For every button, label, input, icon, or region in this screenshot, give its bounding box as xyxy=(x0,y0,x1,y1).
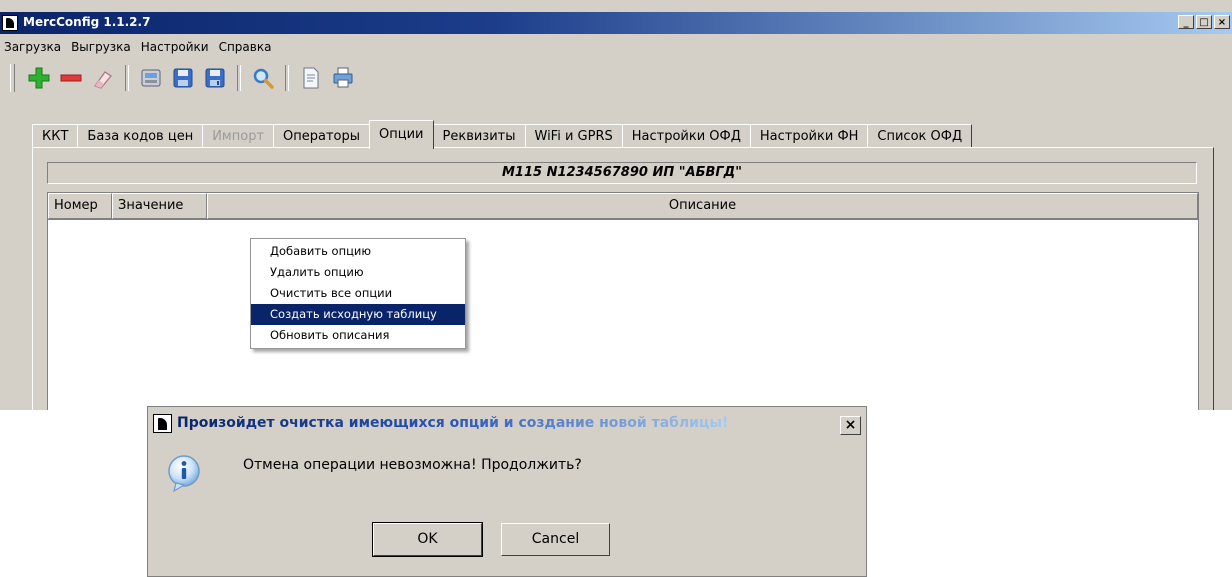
toolbar-separator xyxy=(237,65,241,91)
app-icon xyxy=(153,414,172,433)
add-icon xyxy=(28,67,50,89)
menu-settings[interactable]: Настройки xyxy=(136,38,214,56)
save-as-button[interactable] xyxy=(201,64,229,92)
column-header-value[interactable]: Значение xyxy=(112,193,207,219)
column-header-number[interactable]: Номер xyxy=(48,193,112,219)
tab-fn-settings[interactable]: Настройки ФН xyxy=(749,124,869,149)
tab-kkt[interactable]: ККТ xyxy=(32,124,79,149)
menu-load[interactable]: Загрузка xyxy=(0,38,66,56)
column-header-description[interactable]: Описание xyxy=(207,193,1198,219)
save-icon xyxy=(173,68,193,88)
remove-icon xyxy=(60,74,82,82)
context-item-create-table[interactable]: Создать исходную таблицу xyxy=(251,304,465,325)
options-panel: M115 N1234567890 ИП "АБВГД" Номер Значен… xyxy=(32,147,1214,410)
main-window: MercConfig 1.1.2.7 _ □ × Загрузка Выгруз… xyxy=(0,0,1232,410)
tab-options[interactable]: Опции xyxy=(369,120,434,149)
print-button[interactable] xyxy=(329,64,357,92)
device-icon xyxy=(141,69,161,87)
tab-control: ККТ База кодов цен Импорт Операторы Опци… xyxy=(32,120,1214,410)
context-item-refresh-descriptions[interactable]: Обновить описания xyxy=(251,325,465,346)
table-header: Номер Значение Описание xyxy=(48,193,1198,220)
window-controls: _ □ × xyxy=(1176,15,1230,29)
confirm-dialog: Произойдет очистка имеющихся опций и соз… xyxy=(147,406,867,577)
context-item-add-option[interactable]: Добавить опцию xyxy=(251,241,465,262)
tab-price-codes[interactable]: База кодов цен xyxy=(77,124,204,149)
minimize-button[interactable]: _ xyxy=(1178,15,1194,29)
tab-ofd-list[interactable]: Список ОФД xyxy=(867,124,973,149)
tab-wifi-gprs[interactable]: WiFi и GPRS xyxy=(524,124,623,149)
context-menu: Добавить опцию Удалить опцию Очистить вс… xyxy=(250,238,466,349)
toolbar-grip[interactable] xyxy=(10,64,15,92)
save-button[interactable] xyxy=(169,64,197,92)
tab-ofd-settings[interactable]: Настройки ОФД xyxy=(621,124,751,149)
device-info-label: M115 N1234567890 ИП "АБВГД" xyxy=(47,162,1197,184)
context-item-delete-option[interactable]: Удалить опцию xyxy=(251,262,465,283)
tab-operators[interactable]: Операторы xyxy=(273,124,371,149)
tab-strip: ККТ База кодов цен Импорт Операторы Опци… xyxy=(32,120,973,149)
search-icon xyxy=(253,68,274,89)
dialog-title: Произойдет очистка имеющихся опций и соз… xyxy=(177,415,729,431)
toolbar-separator xyxy=(285,65,289,91)
dialog-message: Отмена операции невозможна! Продолжить? xyxy=(243,457,582,473)
device-button[interactable] xyxy=(137,64,165,92)
info-icon xyxy=(168,455,200,493)
dialog-title-bar[interactable]: Произойдет очистка имеющихся опций и соз… xyxy=(148,407,866,441)
options-table[interactable]: Номер Значение Описание xyxy=(47,192,1199,410)
dialog-close-button[interactable]: × xyxy=(840,416,861,435)
toolbar xyxy=(10,60,359,96)
eraser-icon xyxy=(94,71,112,89)
erase-button[interactable] xyxy=(89,64,117,92)
menu-unload[interactable]: Выгрузка xyxy=(66,38,136,56)
tab-import: Импорт xyxy=(202,124,275,149)
ok-button[interactable]: OK xyxy=(372,522,483,557)
tab-requisites[interactable]: Реквизиты xyxy=(432,124,526,149)
print-icon xyxy=(333,67,353,88)
search-button[interactable] xyxy=(249,64,277,92)
toolbar-separator xyxy=(125,65,129,91)
app-icon[interactable] xyxy=(2,15,18,31)
context-item-clear-options[interactable]: Очистить все опции xyxy=(251,283,465,304)
cancel-button[interactable]: Cancel xyxy=(501,523,610,556)
title-bar[interactable]: MercConfig 1.1.2.7 _ □ × xyxy=(0,12,1232,34)
remove-button[interactable] xyxy=(57,64,85,92)
menu-bar: Загрузка Выгрузка Настройки Справка xyxy=(0,38,276,56)
close-button[interactable]: × xyxy=(1214,15,1230,29)
maximize-button[interactable]: □ xyxy=(1196,15,1212,29)
document-button[interactable] xyxy=(297,64,325,92)
add-button[interactable] xyxy=(25,64,53,92)
save-as-icon xyxy=(205,68,225,88)
document-icon xyxy=(303,67,319,89)
menu-help[interactable]: Справка xyxy=(214,38,277,56)
window-title: MercConfig 1.1.2.7 xyxy=(23,15,151,29)
